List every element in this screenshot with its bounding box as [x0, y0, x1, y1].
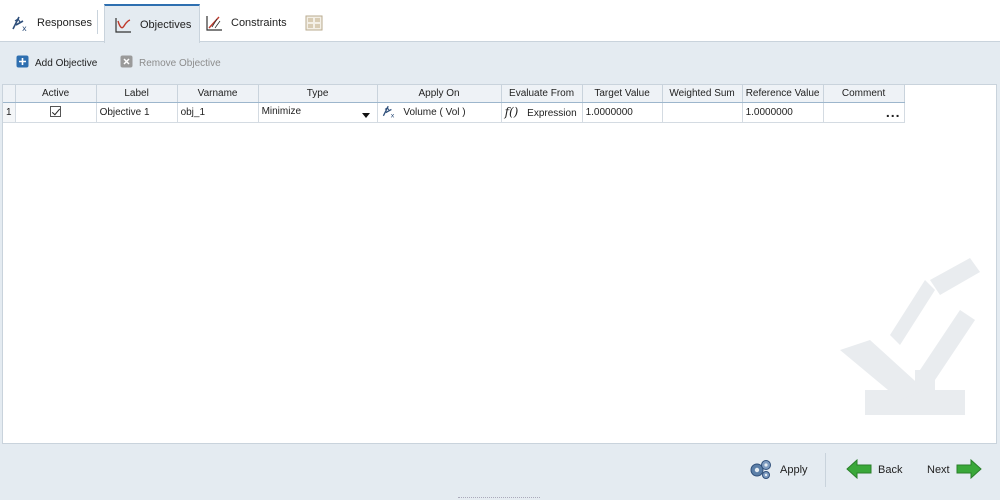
varname-cell[interactable]: obj_1 [177, 102, 259, 123]
remove-icon [120, 55, 133, 71]
svg-text:x: x [22, 24, 27, 33]
dropdown-arrow-icon[interactable] [361, 113, 370, 118]
function-icon: f() [504, 105, 519, 119]
column-header-weighted-sum[interactable]: Weighted Sum [662, 85, 743, 103]
column-header-apply-on[interactable]: Apply On [377, 85, 502, 103]
column-header-reference-value[interactable]: Reference Value [742, 85, 824, 103]
remove-objective-button[interactable]: Remove Objective [120, 52, 221, 74]
add-objective-button[interactable]: Add Objective [16, 52, 97, 74]
next-label: Next [927, 464, 950, 476]
svg-text:x: x [390, 111, 394, 119]
row-number: 1 [3, 102, 16, 123]
tab-divider [97, 10, 98, 34]
target-value-cell[interactable]: 1.0000000 [582, 102, 663, 123]
back-button[interactable]: Back [846, 457, 902, 483]
tab-responses-label: Responses [37, 17, 93, 29]
column-header-type[interactable]: Type [258, 85, 378, 103]
bottom-divider [825, 453, 826, 487]
comment-ellipsis-button[interactable]: ... [823, 102, 905, 123]
constraint-chart-icon [204, 13, 224, 33]
tab-responses[interactable]: x Responses [2, 4, 100, 42]
label-cell[interactable]: Objective 1 [96, 102, 178, 123]
grid-view-icon [304, 13, 324, 33]
tab-grid-view[interactable] [296, 4, 332, 42]
response-variable-icon: x [10, 13, 30, 33]
objective-chart-icon [113, 15, 133, 35]
reference-value-cell[interactable]: 1.0000000 [742, 102, 824, 123]
next-button[interactable]: Next [927, 457, 982, 483]
evaluate-from-value: Expression [527, 108, 577, 119]
apply-label: Apply [780, 464, 808, 476]
back-label: Back [878, 464, 903, 476]
gears-icon [748, 457, 774, 484]
next-arrow-icon [956, 458, 982, 482]
type-dropdown[interactable]: Minimize [258, 102, 378, 123]
column-header-varname[interactable]: Varname [177, 85, 259, 103]
active-cell[interactable] [15, 102, 97, 123]
column-header-evaluate-from[interactable]: Evaluate From [501, 85, 583, 103]
apply-button[interactable]: Apply [748, 457, 808, 483]
tab-constraints[interactable]: Constraints [196, 4, 295, 42]
evaluate-from-cell[interactable]: f() Expression [501, 102, 583, 123]
table-header-row: Active Label Varname Type Apply On Evalu… [3, 85, 905, 103]
add-objective-label: Add Objective [35, 57, 98, 69]
response-variable-icon: x [381, 103, 397, 122]
tab-objectives[interactable]: Objectives [104, 4, 201, 43]
add-icon [16, 55, 29, 71]
tab-constraints-label: Constraints [231, 17, 287, 29]
objectives-table: Active Label Varname Type Apply On Evalu… [3, 85, 905, 123]
table-row[interactable]: 1 Objective 1 obj_1 Minimize x Volume ( … [3, 102, 905, 123]
column-header-label[interactable]: Label [96, 85, 178, 103]
back-arrow-icon [846, 458, 872, 482]
column-header-comment[interactable]: Comment [823, 85, 905, 103]
tab-objectives-label: Objectives [140, 18, 192, 31]
active-checkbox[interactable] [50, 106, 62, 118]
row-number-header [3, 85, 16, 103]
apply-on-value: Volume ( Vol ) [403, 106, 466, 118]
column-header-active[interactable]: Active [15, 85, 97, 103]
type-value: Minimize [261, 106, 302, 117]
objective-toolbar: Add Objective Remove Objective [0, 52, 1000, 74]
remove-objective-label: Remove Objective [139, 57, 221, 69]
microscope-watermark-icon [830, 250, 990, 430]
bottom-action-bar: Apply Back Next [0, 445, 1000, 500]
column-header-target-value[interactable]: Target Value [582, 85, 663, 103]
apply-on-cell[interactable]: x Volume ( Vol ) [377, 102, 502, 123]
tab-bar: x Responses Objectives Constraints [0, 0, 1000, 43]
weighted-sum-cell[interactable] [662, 102, 743, 123]
